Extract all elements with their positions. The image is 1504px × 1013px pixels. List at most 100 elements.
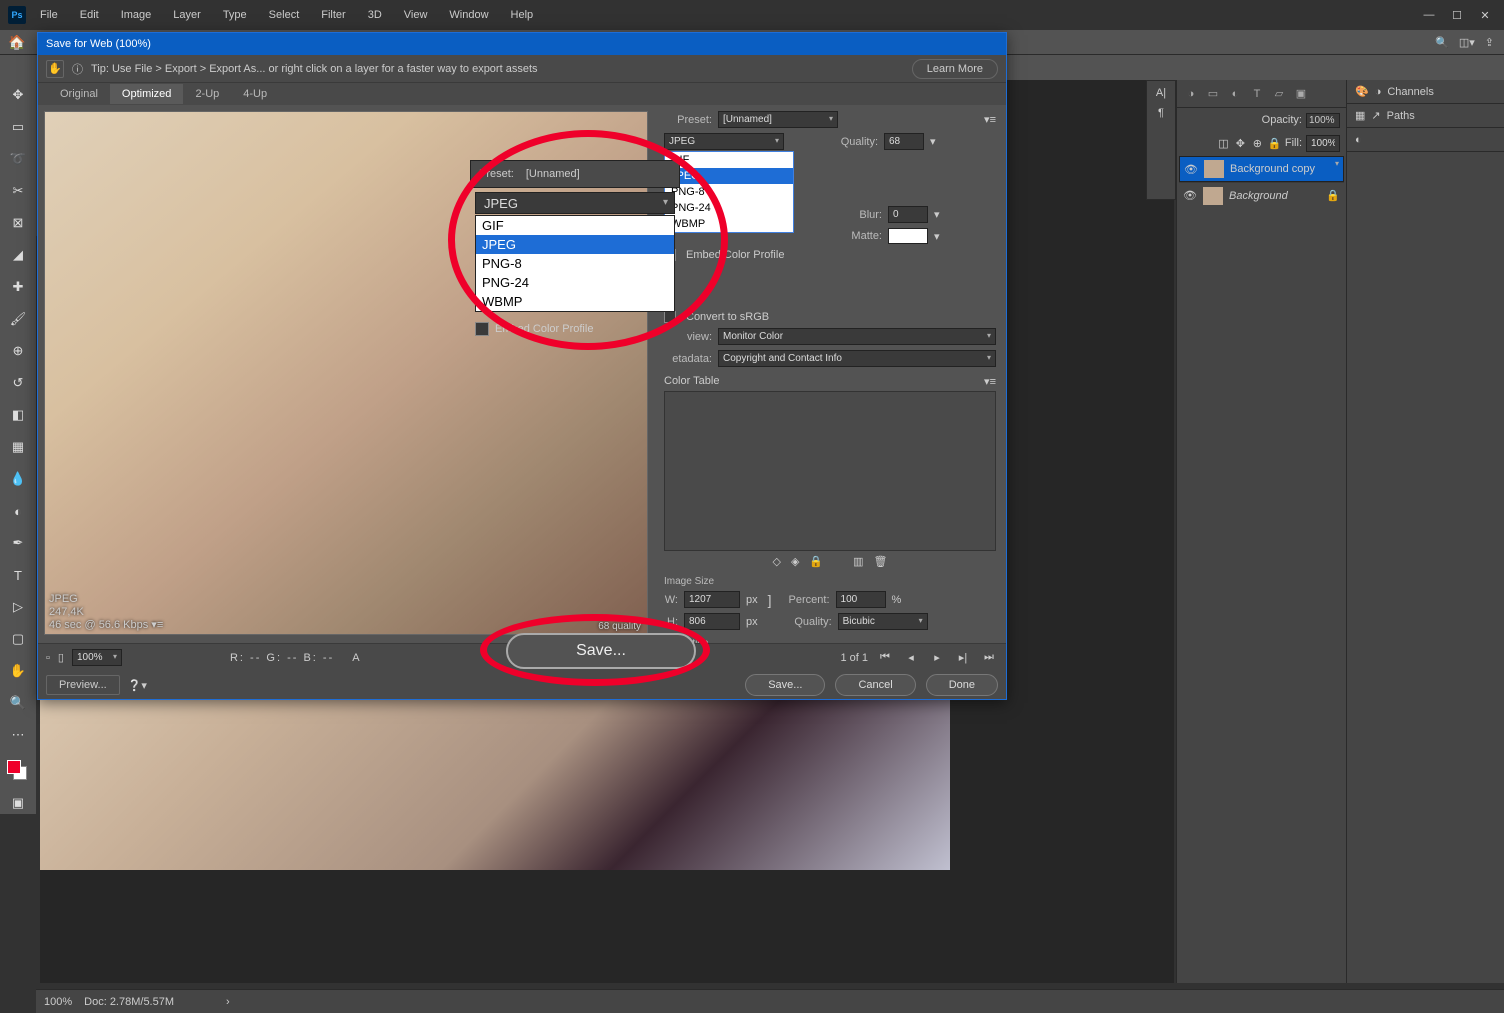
- prev-frame-icon[interactable]: ◂: [902, 651, 920, 664]
- type-tool-icon[interactable]: T: [7, 564, 29, 586]
- paths-tab[interactable]: Paths: [1387, 110, 1415, 122]
- menu-image[interactable]: Image: [117, 7, 156, 23]
- share-icon[interactable]: ⇪: [1485, 36, 1494, 49]
- visibility-icon[interactable]: 👁: [1184, 163, 1198, 176]
- done-button[interactable]: Done: [926, 674, 998, 696]
- history-icon[interactable]: ◐: [1355, 134, 1362, 146]
- ct-icon1[interactable]: ◇: [772, 555, 780, 568]
- frame-tool-icon[interactable]: ⊠: [7, 212, 29, 234]
- path-select-icon[interactable]: ▷: [7, 596, 29, 618]
- tab-original[interactable]: Original: [48, 84, 110, 104]
- crop-tool-icon[interactable]: ✂: [7, 180, 29, 202]
- slice-vis-icon[interactable]: ▫: [46, 652, 50, 664]
- eyedropper-tool-icon[interactable]: ◢: [7, 244, 29, 266]
- marquee-tool-icon[interactable]: ▭: [7, 116, 29, 138]
- lock-trans-icon[interactable]: ◫: [1217, 137, 1230, 150]
- format-opt-png8[interactable]: PNG-8: [665, 184, 793, 200]
- zoom-readout[interactable]: 100%: [44, 996, 72, 1008]
- menu-filter[interactable]: Filter: [317, 7, 349, 23]
- window-min-icon[interactable]: —: [1422, 9, 1436, 22]
- eraser-tool-icon[interactable]: ◧: [7, 404, 29, 426]
- home-icon[interactable]: 🏠: [8, 34, 25, 51]
- channels-tab[interactable]: Channels: [1387, 86, 1433, 98]
- pen-tool-icon[interactable]: ✒: [7, 532, 29, 554]
- menu-edit[interactable]: Edit: [76, 7, 103, 23]
- play-icon[interactable]: ▸: [928, 651, 946, 664]
- learn-more-button[interactable]: Learn More: [912, 59, 998, 79]
- smart-icon[interactable]: ▣: [1293, 87, 1309, 100]
- link-icon[interactable]: ]: [768, 592, 772, 608]
- preset-select[interactable]: [Unnamed]: [718, 111, 838, 128]
- opacity-input[interactable]: [1306, 113, 1340, 128]
- quality-input[interactable]: [884, 133, 924, 150]
- tab-optimized[interactable]: Optimized: [110, 84, 184, 104]
- lock-pixel-icon[interactable]: ✥: [1234, 137, 1247, 150]
- workspace-icon[interactable]: ◫▾: [1459, 36, 1475, 49]
- lock-pos-icon[interactable]: ⊕: [1251, 137, 1264, 150]
- first-frame-icon[interactable]: ⏮: [876, 651, 894, 664]
- type-icon[interactable]: T: [1249, 88, 1265, 100]
- preview-pane[interactable]: JPEG 247,4K 46 sec @ 56.6 Kbps ▾≡ 68 qua…: [44, 111, 648, 635]
- menu-select[interactable]: Select: [265, 7, 304, 23]
- tab-4up[interactable]: 4-Up: [231, 84, 279, 104]
- hand-icon[interactable]: ✋: [46, 60, 64, 78]
- lasso-tool-icon[interactable]: ➰: [7, 148, 29, 170]
- tab-2up[interactable]: 2-Up: [183, 84, 231, 104]
- adjust-icon[interactable]: ◑: [1183, 88, 1199, 100]
- more-icon[interactable]: ⋯: [7, 724, 29, 746]
- brush-tool-icon[interactable]: 🖌: [7, 308, 29, 330]
- menu-layer[interactable]: Layer: [169, 7, 205, 23]
- menu-file[interactable]: File: [36, 7, 62, 23]
- swatches-icon[interactable]: ◑: [1375, 86, 1382, 98]
- format-opt-gif[interactable]: GIF: [665, 152, 793, 168]
- screen-mode-icon[interactable]: ▣: [7, 792, 29, 814]
- format-dropdown[interactable]: GIF JPEG PNG-8 PNG-24 WBMP: [664, 151, 794, 233]
- format-opt-jpeg[interactable]: JPEG: [665, 168, 793, 184]
- window-max-icon[interactable]: ☐: [1450, 9, 1464, 22]
- matte-color[interactable]: [888, 228, 928, 244]
- ct-icon4[interactable]: ▥: [853, 555, 863, 568]
- menu-3d[interactable]: 3D: [364, 7, 386, 23]
- cancel-button[interactable]: Cancel: [835, 674, 915, 696]
- mask-icon[interactable]: ▭: [1205, 87, 1221, 100]
- color-swatch-icon[interactable]: [7, 760, 29, 782]
- panel-icon-2[interactable]: ¶: [1158, 107, 1164, 119]
- layer-row[interactable]: 👁 Background 🔒: [1179, 182, 1344, 208]
- stamp-tool-icon[interactable]: ⊕: [7, 340, 29, 362]
- rectangle-tool-icon[interactable]: ▢: [7, 628, 29, 650]
- paths-icon[interactable]: ↗: [1371, 109, 1380, 122]
- grid-icon[interactable]: ▦: [1355, 109, 1365, 122]
- ct-icon3[interactable]: 🔒: [809, 555, 823, 568]
- hand-tool-icon[interactable]: ✋: [7, 660, 29, 682]
- style-icon[interactable]: ◐: [1227, 88, 1243, 100]
- color-swatch-icon[interactable]: 🎨: [1355, 85, 1369, 98]
- gradient-tool-icon[interactable]: ▦: [7, 436, 29, 458]
- menu-window[interactable]: Window: [445, 7, 492, 23]
- visibility-icon[interactable]: 👁: [1183, 189, 1197, 202]
- zoom-select[interactable]: 100%: [72, 649, 122, 666]
- percent-input[interactable]: [836, 591, 886, 608]
- dodge-tool-icon[interactable]: ◐: [7, 500, 29, 522]
- layer-row[interactable]: 👁 Background copy: [1179, 156, 1344, 182]
- next-frame-icon[interactable]: ▸|: [954, 651, 972, 664]
- resample-select[interactable]: Bicubic: [838, 613, 928, 630]
- menu-type[interactable]: Type: [219, 7, 251, 23]
- slice-vis2-icon[interactable]: ▯: [58, 651, 64, 664]
- last-frame-icon[interactable]: ⏭: [980, 651, 998, 664]
- format-select[interactable]: JPEG: [664, 133, 784, 150]
- zoom-tool-icon[interactable]: 🔍: [7, 692, 29, 714]
- status-arrow-icon[interactable]: ›: [226, 996, 230, 1008]
- blur-tool-icon[interactable]: 💧: [7, 468, 29, 490]
- panel-icon-1[interactable]: A|: [1156, 87, 1166, 99]
- search-icon[interactable]: 🔍: [1435, 36, 1449, 49]
- save-button[interactable]: Save...: [745, 674, 825, 696]
- lock-all-icon[interactable]: 🔒: [1268, 137, 1281, 150]
- ct-icon2[interactable]: ◈: [791, 555, 799, 568]
- height-input[interactable]: [684, 613, 740, 630]
- previewview-select[interactable]: Monitor Color: [718, 328, 996, 345]
- convert-checkbox[interactable]: [664, 311, 676, 323]
- shape-icon[interactable]: ▱: [1271, 87, 1287, 100]
- format-opt-png24[interactable]: PNG-24: [665, 200, 793, 216]
- browser-icon[interactable]: ❔▾: [128, 679, 147, 692]
- preset-menu-icon[interactable]: ▾≡: [984, 113, 996, 126]
